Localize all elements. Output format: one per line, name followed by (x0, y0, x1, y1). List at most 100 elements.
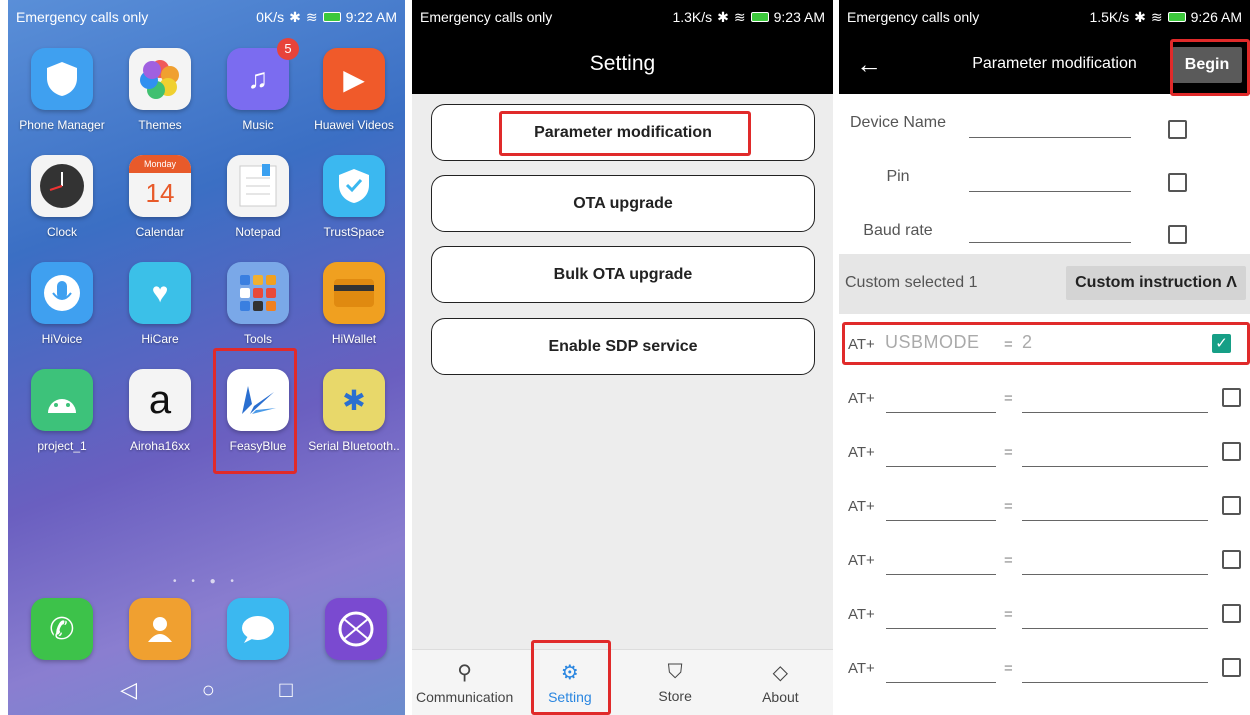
app-trustspace[interactable]: TrustSpace (306, 155, 402, 239)
at-command-checkbox[interactable] (1222, 388, 1241, 407)
app-airoha16xx[interactable]: a Airoha16xx (112, 369, 208, 453)
contacts-icon[interactable] (129, 598, 191, 660)
folder-icon (227, 262, 289, 324)
android-icon (31, 369, 93, 431)
app-tools-folder[interactable]: Tools (210, 262, 306, 346)
parameter-modification-highlight (499, 111, 751, 156)
at-value-input[interactable] (1022, 628, 1208, 629)
wifi-icon: ≋ (733, 8, 746, 25)
home-screen: Emergency calls only 0K/s ✱ ≋ 9:22 AM Ph… (8, 0, 405, 715)
at-command-row: AT+ = (839, 476, 1250, 536)
page-title: Setting (412, 34, 833, 94)
tab-communication[interactable]: ⚲ Communication (412, 650, 517, 715)
calendar-icon: Monday 14 (129, 155, 191, 217)
custom-selected-count: Custom selected 1 (845, 274, 978, 291)
at-value-input[interactable] (1022, 682, 1208, 683)
app-huawei-videos[interactable]: ▶ Huawei Videos (306, 48, 402, 132)
at-value-input[interactable] (1022, 574, 1208, 575)
pin-row: Pin (839, 160, 1250, 220)
setting-tab-highlight (531, 640, 611, 715)
heart-hand-icon: ♥ (129, 262, 191, 324)
at-command-input[interactable] (886, 520, 996, 521)
recents-icon[interactable]: □ (279, 677, 292, 703)
browser-icon[interactable] (325, 598, 387, 660)
bulk-ota-upgrade-button[interactable]: Bulk OTA upgrade (431, 246, 815, 303)
app-phone-manager[interactable]: Phone Manager (14, 48, 110, 132)
tab-store[interactable]: ⛉ Store (623, 650, 728, 715)
enable-sdp-service-button[interactable]: Enable SDP service (431, 318, 815, 375)
app-hicare[interactable]: ♥ HiCare (112, 262, 208, 346)
app-calendar[interactable]: Monday 14 Calendar (112, 155, 208, 239)
system-nav-bar: ◁ ○ □ (8, 665, 405, 715)
bluetooth-icon: ✱ (289, 8, 301, 25)
messages-icon[interactable] (227, 598, 289, 660)
pin-input[interactable] (969, 191, 1131, 192)
feasyblue-highlight (213, 348, 297, 474)
device-name-input[interactable] (969, 137, 1131, 138)
clock-time: 9:23 AM (773, 9, 825, 25)
baud-rate-input[interactable] (969, 242, 1131, 243)
carrier-text: Emergency calls only (420, 9, 553, 25)
usbmode-row-highlight (842, 322, 1250, 365)
carrier-text: Emergency calls only (847, 9, 980, 25)
device-name-checkbox[interactable] (1168, 120, 1187, 139)
flower-icon (129, 48, 191, 110)
app-notepad[interactable]: Notepad (210, 155, 306, 239)
back-arrow-icon[interactable]: ← (839, 49, 899, 80)
battery-icon (322, 12, 341, 22)
clock-time: 9:26 AM (1190, 9, 1242, 25)
at-command-checkbox[interactable] (1222, 604, 1241, 623)
at-value-input[interactable] (1022, 520, 1208, 521)
app-serial-bluetooth[interactable]: ✱ Serial Bluetooth.. (306, 369, 402, 453)
at-command-input[interactable] (886, 628, 996, 629)
at-command-input[interactable] (886, 412, 996, 413)
app-hiwallet[interactable]: HiWallet (306, 262, 402, 346)
at-command-checkbox[interactable] (1222, 550, 1241, 569)
phone-icon[interactable]: ✆ (31, 598, 93, 660)
wifi-icon: ≋ (305, 8, 318, 25)
clock-icon (31, 155, 93, 217)
tab-about[interactable]: ◇ About (728, 650, 833, 715)
bluetooth-plug-icon: ✱ (323, 369, 385, 431)
bluetooth-icon: ✱ (717, 8, 729, 25)
status-bar: Emergency calls only 0K/s ✱ ≋ 9:22 AM (8, 0, 405, 34)
cart-icon: ⛉ (667, 661, 683, 683)
at-command-input[interactable] (886, 466, 996, 467)
music-note-icon: ♫ 5 (227, 38, 299, 110)
back-icon[interactable]: ◁ (120, 677, 137, 703)
parameter-modification-screen: Emergency calls only 1.5K/s ✱ ≋ 9:26 AM … (839, 0, 1250, 715)
home-icon[interactable]: ○ (202, 677, 215, 703)
at-command-row: AT+ = (839, 422, 1250, 482)
ota-upgrade-button[interactable]: OTA upgrade (431, 175, 815, 232)
at-command-checkbox[interactable] (1222, 658, 1241, 677)
at-command-input[interactable] (886, 682, 996, 683)
battery-icon (750, 12, 769, 22)
app-themes[interactable]: Themes (112, 48, 208, 132)
at-command-input[interactable] (886, 574, 996, 575)
at-command-checkbox[interactable] (1222, 442, 1241, 461)
carrier-text: Emergency calls only (16, 9, 149, 25)
begin-highlight (1170, 39, 1250, 96)
app-hivoice[interactable]: HiVoice (14, 262, 110, 346)
tag-icon: ◇ (772, 662, 789, 684)
shield-check-icon (323, 155, 385, 217)
status-bar: Emergency calls only 1.3K/s ✱ ≋ 9:23 AM (412, 0, 833, 34)
pin-checkbox[interactable] (1168, 173, 1187, 192)
app-clock[interactable]: Clock (14, 155, 110, 239)
device-name-row: Device Name (839, 100, 1250, 160)
at-command-row: AT+ = (839, 638, 1250, 698)
at-value-input[interactable] (1022, 466, 1208, 467)
at-value-input[interactable] (1022, 412, 1208, 413)
network-speed: 1.3K/s (672, 9, 713, 25)
status-bar: Emergency calls only 1.5K/s ✱ ≋ 9:26 AM (839, 0, 1250, 34)
app-music[interactable]: ♫ 5 Music (210, 38, 306, 132)
network-speed: 1.5K/s (1089, 9, 1130, 25)
shield-icon (31, 48, 93, 110)
at-command-checkbox[interactable] (1222, 496, 1241, 515)
custom-instruction-toggle[interactable]: Custom instruction Λ (1066, 266, 1246, 300)
airoha-logo-icon: a (129, 369, 191, 431)
notification-badge: 5 (277, 38, 299, 60)
app-project-1[interactable]: project_1 (14, 369, 110, 453)
wallet-icon (323, 262, 385, 324)
baud-rate-checkbox[interactable] (1168, 225, 1187, 244)
